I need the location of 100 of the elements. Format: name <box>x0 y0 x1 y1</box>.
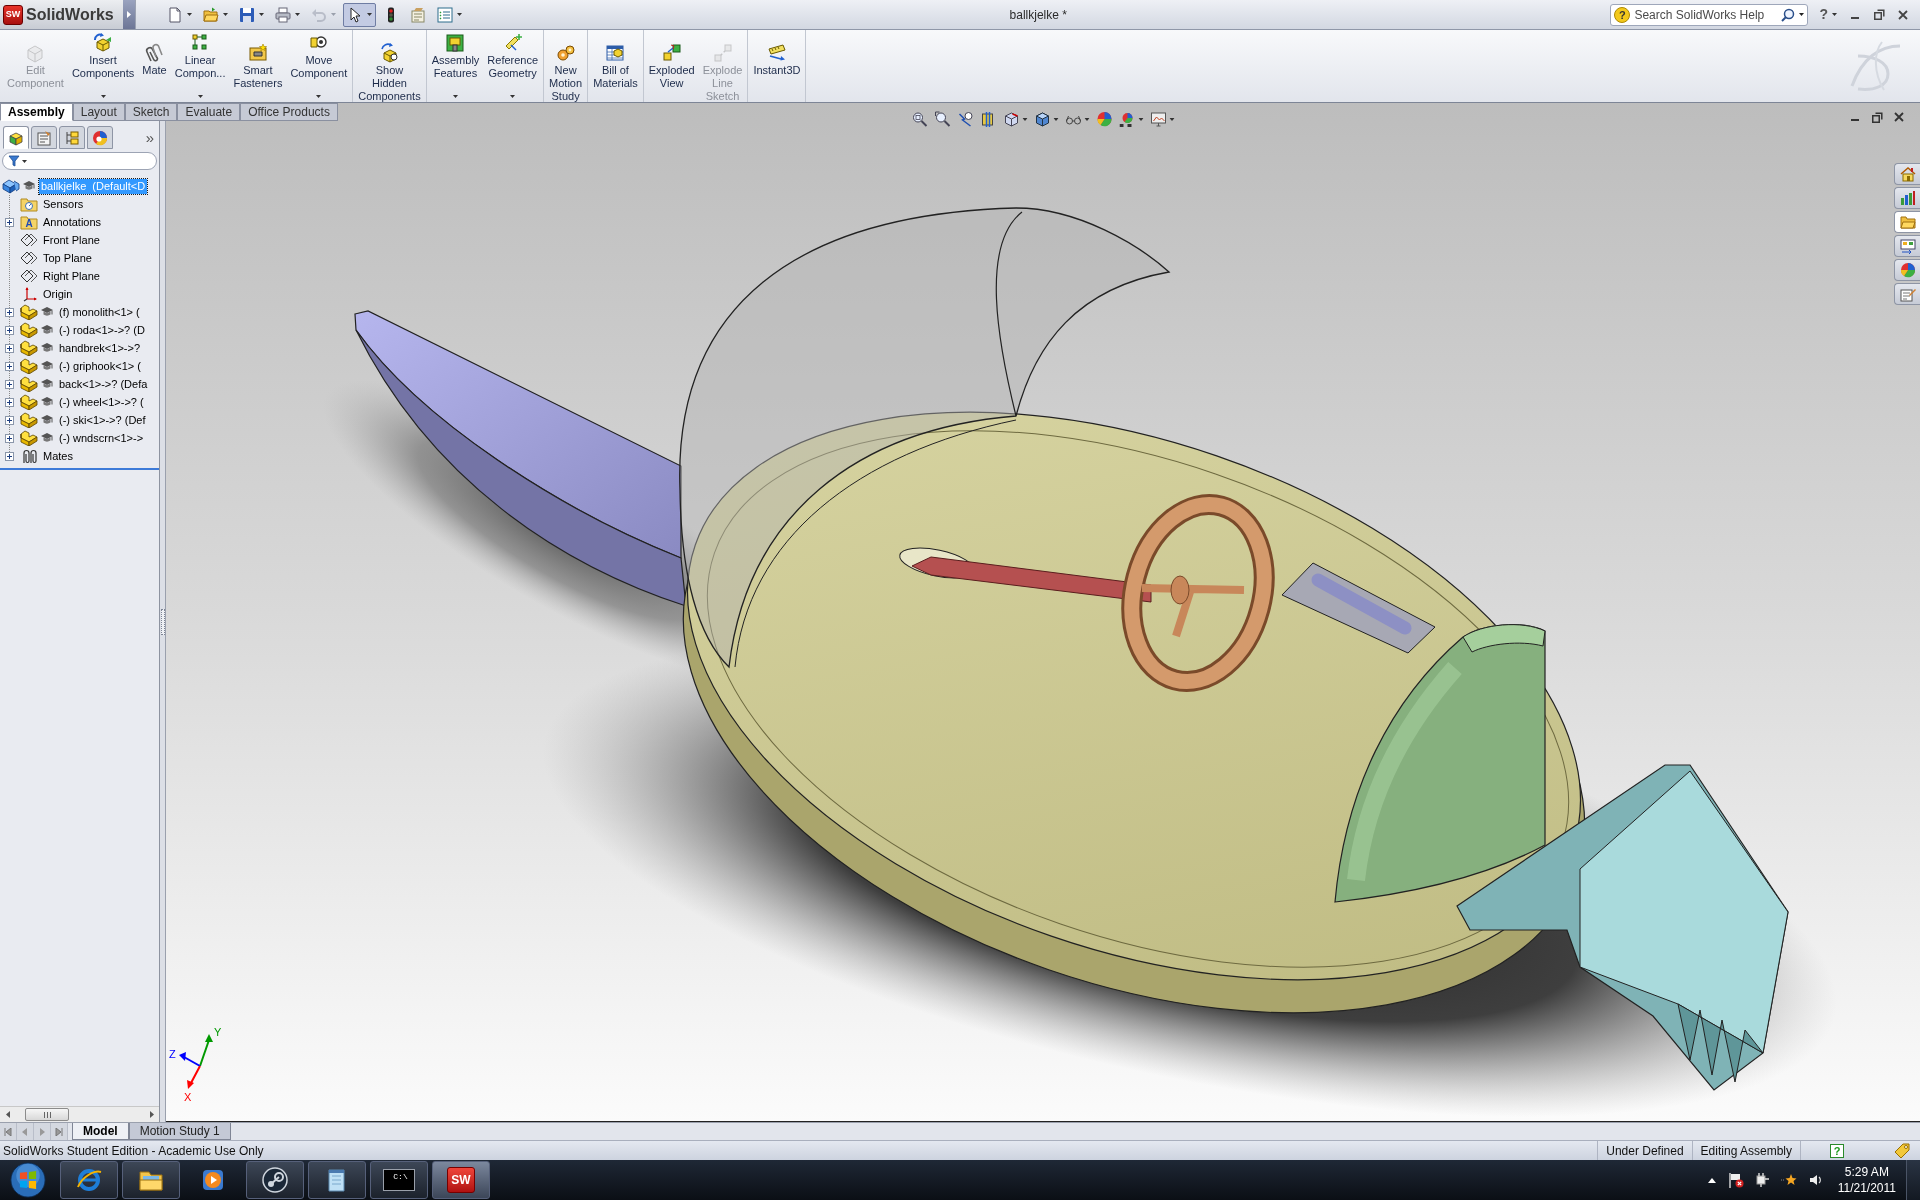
tree-item[interactable]: (f) monolith<1> ( <box>57 304 142 320</box>
caret-icon <box>453 95 458 98</box>
manager-tab[interactable] <box>59 126 85 149</box>
expand-toggle[interactable] <box>5 307 14 317</box>
clipboard-icon <box>410 6 426 23</box>
toolbar-button[interactable]: New Motion Study <box>545 30 587 102</box>
model-tab[interactable]: Model <box>72 1123 129 1140</box>
clock-date[interactable]: 11/21/2011 <box>1837 1180 1896 1196</box>
toolbar-button[interactable]: Instant3D <box>749 30 805 102</box>
toolbar-button[interactable]: Linear Compon... <box>170 30 230 102</box>
new-document-icon <box>167 6 183 23</box>
speaker-icon[interactable] <box>1807 1172 1824 1188</box>
task-pane-tab[interactable] <box>1894 187 1920 209</box>
tree-item[interactable]: Top Plane <box>41 250 94 266</box>
toolbar-button[interactable]: Bill of Materials <box>589 30 642 102</box>
graduation-cap-icon <box>40 306 54 318</box>
shaded-cube-icon <box>1034 111 1051 127</box>
expand-toggle[interactable] <box>5 325 14 335</box>
checklist-icon <box>437 6 453 23</box>
taskbar-button[interactable] <box>122 1161 180 1199</box>
app-name: SolidWorks <box>26 4 114 25</box>
toolbar-button[interactable]: Assembly Features <box>427 30 484 102</box>
flag-error-icon[interactable] <box>1727 1172 1744 1188</box>
expand-toggle[interactable] <box>5 433 14 443</box>
app-menu-button[interactable] <box>123 0 135 29</box>
close-icon <box>1898 9 1908 20</box>
tree-item[interactable]: back<1>->? (Defa <box>57 376 150 392</box>
app-icon: SW <box>447 1167 475 1193</box>
task-pane-tab[interactable] <box>1894 235 1920 257</box>
expand-toggle[interactable] <box>5 217 14 227</box>
dashed-line-squares-icon <box>712 43 733 63</box>
help-icon: ? <box>1614 6 1631 23</box>
taskbar-button[interactable]: C:\ <box>370 1161 428 1199</box>
filter-field[interactable] <box>2 152 157 170</box>
tree-item[interactable]: Sensors <box>41 196 86 212</box>
expand-toggle[interactable] <box>5 451 14 461</box>
task-pane-tab[interactable] <box>1894 163 1920 185</box>
command-tab[interactable]: Sketch <box>124 103 178 121</box>
expand-toggle[interactable] <box>5 415 14 425</box>
help-button[interactable]: ? <box>1816 3 1840 26</box>
tree-item[interactable]: Origin <box>41 286 75 302</box>
exploded-blocks-icon <box>661 43 682 63</box>
tree-item[interactable]: (-) roda<1>->? (D <box>57 322 147 338</box>
tree-item[interactable]: Mates <box>41 448 75 464</box>
help-icon[interactable]: ? <box>1830 1143 1844 1158</box>
select-button[interactable] <box>343 2 376 27</box>
toolbar-button[interactable]: Show Hidden Components <box>354 30 425 102</box>
tree-item[interactable]: Annotations <box>41 214 104 230</box>
toolbar-button[interactable]: Reference Geometry <box>483 30 543 102</box>
expand-toggle[interactable] <box>5 379 14 389</box>
command-tab[interactable]: Assembly <box>0 103 73 121</box>
tree-item[interactable]: Right Plane <box>41 268 102 284</box>
expand-toggle[interactable] <box>5 397 14 407</box>
blocks-arrows-icon <box>379 43 400 63</box>
toolbar-button[interactable]: Mate <box>138 30 171 102</box>
clock-time[interactable]: 5:29 AM <box>1844 1164 1889 1180</box>
power-plug-icon[interactable] <box>1753 1172 1770 1188</box>
tree-item[interactable]: (-) griphook<1> ( <box>57 358 143 374</box>
graduation-cap-icon <box>40 324 54 336</box>
manager-tab[interactable] <box>87 126 113 149</box>
command-tab[interactable]: Evaluate <box>177 103 241 121</box>
command-tab[interactable]: Layout <box>72 103 125 121</box>
close-button[interactable] <box>1892 110 1906 124</box>
restore-button[interactable] <box>1870 110 1884 124</box>
tree-item[interactable]: handbrek<1>->? <box>57 340 143 356</box>
graduation-cap-icon <box>40 396 54 408</box>
paperclip-icon <box>144 43 165 63</box>
part-blocks-icon <box>20 394 38 410</box>
expand-toggle[interactable] <box>5 361 14 371</box>
model-tab[interactable]: Motion Study 1 <box>128 1123 231 1140</box>
tree-item[interactable]: Front Plane <box>41 232 102 248</box>
toolbar-button[interactable]: Insert Components <box>67 30 139 102</box>
taskbar-button[interactable] <box>246 1161 304 1199</box>
task-pane-tab[interactable] <box>1894 259 1920 281</box>
task-pane-tab[interactable] <box>1894 211 1920 233</box>
tree-item[interactable]: (-) ski<1>->? (Def <box>57 412 148 428</box>
toolbar-button[interactable]: Smart Fasteners <box>229 30 287 102</box>
last-tab-button[interactable] <box>51 1123 68 1140</box>
caret-icon <box>510 95 516 98</box>
search-field[interactable]: ? Search SolidWorks Help <box>1610 3 1809 26</box>
tree-item[interactable]: (-) wheel<1>->? ( <box>57 394 146 410</box>
taskbar-button[interactable] <box>60 1161 118 1199</box>
taskbar-button[interactable] <box>308 1161 366 1199</box>
toolbar-button[interactable]: Exploded View <box>644 30 699 102</box>
pointer-icon <box>347 6 363 23</box>
manager-tab[interactable] <box>31 126 57 149</box>
window-arrow-icon <box>1899 238 1916 254</box>
taskbar-button[interactable]: SW <box>432 1161 490 1199</box>
manager-tab[interactable] <box>3 126 29 149</box>
toolbar-button[interactable]: Move Component <box>286 30 352 102</box>
scrollbar-thumb[interactable] <box>25 1108 69 1121</box>
caret-icon <box>127 11 131 18</box>
zoom-to-area-button[interactable] <box>932 109 953 129</box>
command-tab[interactable]: Office Products <box>240 103 338 121</box>
more-tabs-button[interactable]: » <box>145 130 154 145</box>
expand-toggle[interactable] <box>5 343 14 353</box>
grip-handle[interactable] <box>160 608 165 635</box>
task-pane-tab[interactable] <box>1894 283 1920 305</box>
view-settings-button[interactable] <box>1148 109 1177 129</box>
tree-item[interactable]: (-) wndscrn<1>-> <box>57 430 146 446</box>
